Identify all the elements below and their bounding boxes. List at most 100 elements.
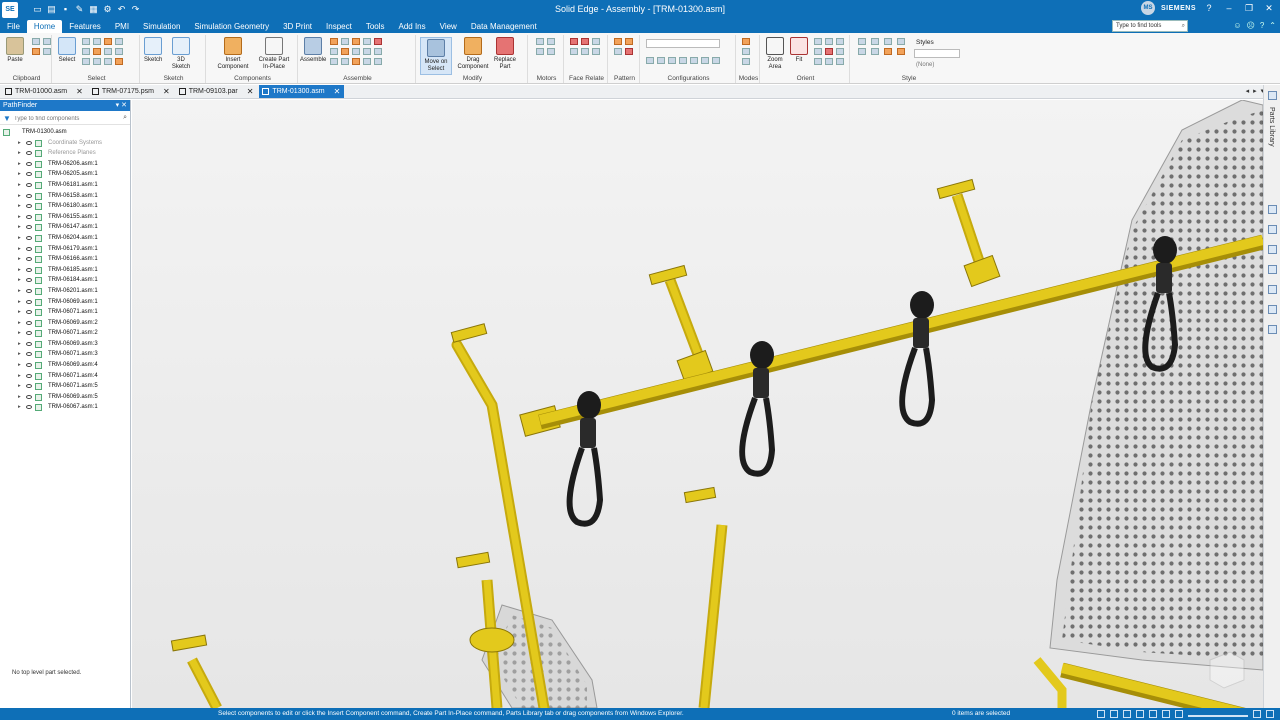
menu-home[interactable]: Home (26, 20, 63, 33)
visibility-icon[interactable] (26, 331, 32, 336)
create-part-in-place-button[interactable]: Create Part In-Place (256, 37, 292, 71)
visibility-icon[interactable] (26, 352, 32, 357)
hand-strap[interactable] (739, 341, 776, 477)
relationship-icon[interactable] (330, 48, 338, 55)
face-relate-icon[interactable] (570, 38, 578, 45)
tree-item-component[interactable]: ▸ TRM-06206.asm:1 (0, 159, 130, 170)
view-icon[interactable] (825, 38, 833, 45)
expand-icon[interactable]: ▸ (18, 297, 21, 308)
tree-item-component[interactable]: ▸ TRM-06069.asm:5 (0, 392, 130, 403)
bracket[interactable] (450, 323, 488, 343)
tree-item-component[interactable]: ▸ TRM-06067.asm:1 (0, 402, 130, 413)
expand-icon[interactable]: ▸ (18, 159, 21, 170)
relationship-icon[interactable] (341, 48, 349, 55)
paste-button[interactable]: Paste (6, 37, 24, 64)
tree-item-component[interactable]: ▸ TRM-06069.asm:2 (0, 318, 130, 329)
select-tool-icon[interactable] (115, 48, 123, 55)
select-tool-icon[interactable] (104, 58, 112, 65)
motor-icon[interactable] (536, 48, 544, 55)
link-icon[interactable] (1268, 285, 1277, 294)
view-style-icon[interactable] (858, 38, 866, 45)
tree-item-reference-planes[interactable]: ▸ Reference Planes (0, 148, 130, 159)
tab-scroll-left-icon[interactable]: ◂ (1246, 87, 1250, 95)
menu-features[interactable]: Features (62, 20, 108, 33)
shaded-icon[interactable] (884, 48, 892, 55)
bracket[interactable] (683, 486, 717, 504)
parts-library-tab[interactable]: Parts Library (1268, 107, 1275, 147)
relationship-icon[interactable] (352, 58, 360, 65)
lower-pole[interactable] (1033, 657, 1067, 708)
view-icon[interactable] (825, 48, 833, 55)
select-tool-icon[interactable] (115, 58, 123, 65)
replace-part-button[interactable]: Replace Part (490, 37, 520, 71)
tree-item-component[interactable]: ▸ TRM-06204.asm:1 (0, 233, 130, 244)
visibility-icon[interactable] (26, 267, 32, 272)
view-icon[interactable] (836, 58, 844, 65)
config-icon[interactable] (646, 57, 654, 64)
user-avatar[interactable]: MS (1140, 1, 1155, 15)
visibility-icon[interactable] (26, 299, 32, 304)
select-tool-icon[interactable] (82, 48, 90, 55)
select-tool-icon[interactable] (93, 38, 101, 45)
zoom-icon[interactable] (1110, 710, 1118, 718)
pattern-icon[interactable] (614, 38, 622, 45)
tree-item-component[interactable]: ▸ TRM-06071.asm:1 (0, 307, 130, 318)
assembly-model-view[interactable] (132, 100, 1263, 708)
fit-icon[interactable] (1123, 710, 1131, 718)
tree-item-component[interactable]: ▸ TRM-06155.asm:1 (0, 212, 130, 223)
face-relate-icon[interactable] (592, 48, 600, 55)
expand-icon[interactable]: ▸ (18, 265, 21, 276)
graphics-window[interactable] (132, 100, 1263, 708)
menu-tools[interactable]: Tools (359, 20, 392, 33)
styles-label[interactable]: Styles (916, 39, 934, 46)
pattern-icon[interactable] (614, 48, 622, 55)
visibility-icon[interactable] (26, 320, 32, 325)
expand-icon[interactable]: ▸ (18, 138, 21, 149)
view-style-icon[interactable] (858, 48, 866, 55)
fit-button[interactable]: Fit (790, 37, 808, 64)
expand-icon[interactable]: ▸ (18, 191, 21, 202)
expand-icon[interactable]: ▸ (18, 402, 21, 413)
sketch-button[interactable]: Sketch (144, 37, 162, 64)
visibility-icon[interactable] (26, 278, 32, 283)
visibility-icon[interactable] (26, 182, 32, 187)
help-icon[interactable]: ? (1260, 21, 1264, 30)
view-style-icon[interactable] (871, 48, 879, 55)
rotate-icon[interactable] (1149, 710, 1157, 718)
format-icon[interactable] (32, 48, 40, 55)
expand-icon[interactable]: ▸ (18, 328, 21, 339)
3d-sketch-button[interactable]: 3D Sketch (170, 37, 192, 71)
select-tool-icon[interactable] (104, 48, 112, 55)
menu-pmi[interactable]: PMI (108, 20, 136, 33)
select-tool-icon[interactable] (93, 58, 101, 65)
tree-item-coordinate-systems[interactable]: ▸ Coordinate Systems (0, 138, 130, 149)
pattern-icon[interactable] (625, 38, 633, 45)
visibility-icon[interactable] (26, 161, 32, 166)
close-tab-icon[interactable]: ✕ (76, 85, 83, 98)
relationship-icon[interactable] (363, 48, 371, 55)
tab-scroll-right-icon[interactable]: ▸ (1253, 87, 1257, 95)
zoom-area-icon[interactable] (1097, 710, 1105, 718)
undo-icon[interactable]: ↶ (116, 4, 127, 15)
find-components-input[interactable] (14, 114, 124, 124)
tree-item-component[interactable]: ▸ TRM-06071.asm:5 (0, 381, 130, 392)
visibility-icon[interactable] (26, 257, 32, 262)
stack-icon[interactable] (1268, 305, 1277, 314)
config-icon[interactable] (712, 57, 720, 64)
face-relate-icon[interactable] (581, 38, 589, 45)
expand-icon[interactable]: ▸ (18, 169, 21, 180)
select-tool-icon[interactable] (93, 48, 101, 55)
face-relate-icon[interactable] (581, 48, 589, 55)
ribbon-collapse-icon[interactable]: ⌃ (1269, 21, 1276, 30)
display-icon[interactable] (1268, 245, 1277, 254)
config-icon[interactable] (679, 57, 687, 64)
new-file-icon[interactable]: ▭ (32, 4, 43, 15)
relationship-icon[interactable] (374, 58, 382, 65)
expand-icon[interactable]: ▸ (18, 201, 21, 212)
duplicate-icon[interactable] (43, 48, 51, 55)
expand-icon[interactable]: ▸ (18, 180, 21, 191)
expand-icon[interactable]: ▸ (18, 244, 21, 255)
motor-icon[interactable] (547, 48, 555, 55)
menu-file[interactable]: File (0, 20, 27, 33)
teamcenter-icon[interactable] (1268, 325, 1277, 334)
